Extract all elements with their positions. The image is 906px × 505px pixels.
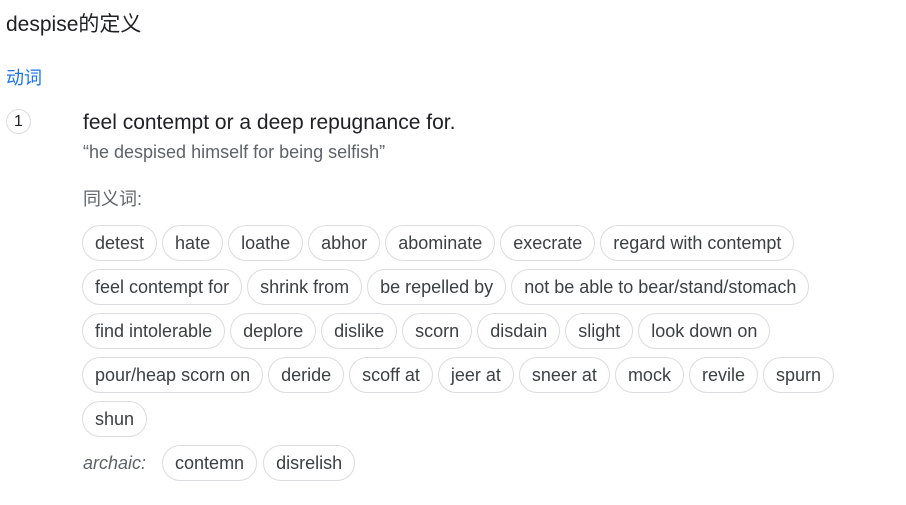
synonym-chip-detest[interactable]: detest (82, 225, 158, 261)
synonym-chip-be-repelled-by[interactable]: be repelled by (367, 269, 507, 305)
synonym-chip-scorn[interactable]: scorn (402, 313, 473, 349)
synonym-chip-loathe[interactable]: loathe (228, 225, 304, 261)
synonym-chip-regard-with-contempt[interactable]: regard with contempt (600, 225, 795, 261)
sense-definition: feel contempt or a deep repugnance for. (83, 111, 456, 134)
synonym-chip-mock[interactable]: mock (614, 357, 684, 393)
part-of-speech: 动词 (6, 68, 42, 88)
synonym-chip-pour-heap-scorn-on[interactable]: pour/heap scorn on (82, 357, 264, 393)
archaic-synonyms-row: archaic: contemn disrelish (83, 445, 356, 481)
synonym-chip-feel-contempt-for[interactable]: feel contempt for (82, 269, 243, 305)
synonym-chip-deplore[interactable]: deplore (230, 313, 317, 349)
synonym-chip-spurn[interactable]: spurn (762, 357, 834, 393)
archaic-chip-disrelish[interactable]: disrelish (263, 445, 356, 481)
archaic-chip-contemn[interactable]: contemn (162, 445, 258, 481)
synonym-chip-shrink-from[interactable]: shrink from (247, 269, 363, 305)
entry-title: despise的定义 (6, 13, 142, 36)
synonym-chip-execrate[interactable]: execrate (500, 225, 596, 261)
sense-number-badge: 1 (6, 109, 31, 134)
synonym-chip-not-be-able-to-bear[interactable]: not be able to bear/stand/stomach (511, 269, 810, 305)
archaic-label: archaic: (83, 453, 147, 473)
synonym-chip-list: detest hate loathe abhor abominate execr… (82, 225, 882, 437)
synonym-chip-dislike[interactable]: dislike (321, 313, 398, 349)
synonym-chip-shun[interactable]: shun (82, 401, 148, 437)
dictionary-panel: despise的定义 动词 1 feel contempt or a deep … (0, 0, 906, 505)
synonym-chip-deride[interactable]: deride (268, 357, 345, 393)
synonym-chip-sneer-at[interactable]: sneer at (518, 357, 610, 393)
synonym-chip-abhor[interactable]: abhor (308, 225, 381, 261)
synonym-chip-jeer-at[interactable]: jeer at (437, 357, 514, 393)
synonym-chip-slight[interactable]: slight (565, 313, 634, 349)
synonym-chip-hate[interactable]: hate (162, 225, 224, 261)
synonyms-label: 同义词: (83, 189, 143, 209)
synonym-chip-disdain[interactable]: disdain (477, 313, 561, 349)
synonym-chip-find-intolerable[interactable]: find intolerable (82, 313, 226, 349)
synonym-chip-scoff-at[interactable]: scoff at (349, 357, 433, 393)
synonym-chip-revile[interactable]: revile (688, 357, 758, 393)
synonym-chip-look-down-on[interactable]: look down on (638, 313, 771, 349)
synonym-chip-abominate[interactable]: abominate (385, 225, 496, 261)
sense-example: “he despised himself for being selfish” (83, 142, 386, 162)
